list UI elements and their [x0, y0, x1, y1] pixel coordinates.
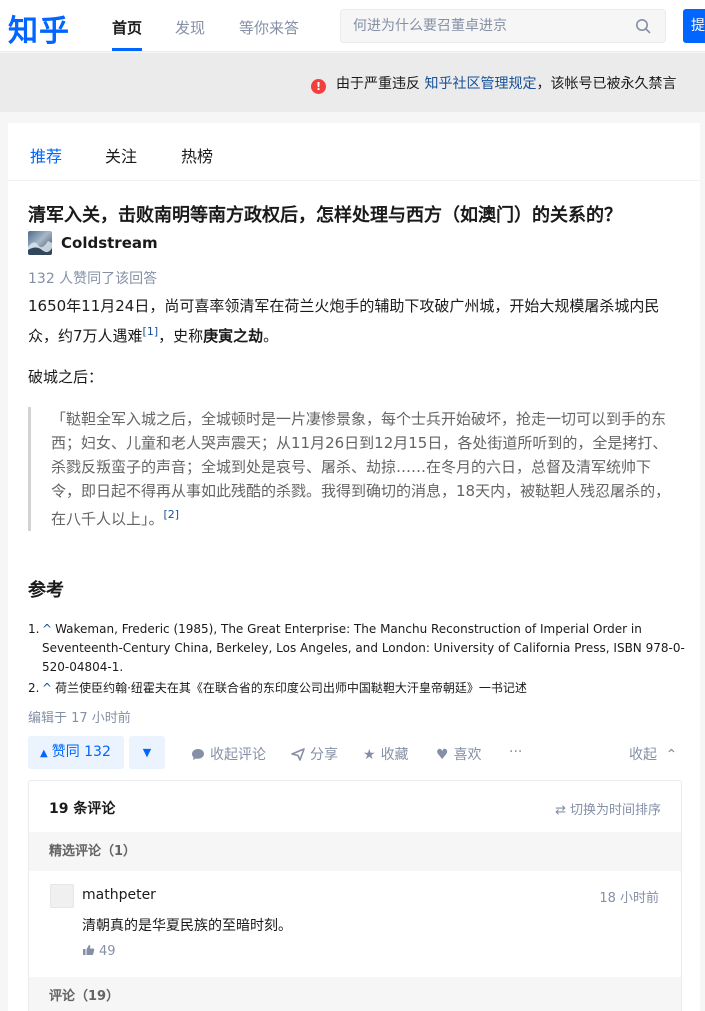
vote-up-button[interactable]: ▲ 赞同 132 — [28, 736, 124, 769]
references-list: 1. ^ Wakeman, Frederic (1985), The Great … — [28, 620, 688, 700]
answer-p1-bold: 庚寅之劫 — [203, 327, 264, 345]
like-label: 喜欢 — [453, 747, 482, 763]
answer-p1-text-b: ，史称 — [158, 327, 204, 345]
favorite-label: 收藏 — [380, 747, 409, 763]
answer-paragraph-2: 破城之后： — [28, 368, 104, 386]
comment-time: 18 小时前 — [599, 891, 659, 906]
nav-active-indicator — [112, 48, 142, 51]
references-heading: 参考 — [28, 580, 64, 601]
comment-like-button[interactable]: 49 — [82, 944, 116, 959]
thumbs-up-icon — [83, 945, 95, 955]
answer-action-bar: ▲ 赞同 132 ▼ 收起评论 分享 ★ 收藏 ♥ 喜欢 ··· 收起 ⌃ — [28, 736, 678, 769]
reference-item: 1. ^ Wakeman, Frederic (1985), The Great … — [28, 620, 688, 677]
author-name[interactable]: Coldstream — [61, 234, 158, 252]
avatar-image-icon — [28, 241, 52, 255]
reference-text: Wakeman, Frederic (1985), The Great Ente… — [42, 622, 685, 674]
comments-panel: 19 条评论 ⇄ 切换为时间排序 精选评论（1） mathpeter 18 小时前… — [28, 780, 682, 1011]
search-input[interactable] — [341, 10, 611, 42]
chevron-up-icon: ⌃ — [665, 747, 678, 763]
favorite-button[interactable]: ★ 收藏 — [363, 744, 409, 764]
question-title[interactable]: 清军入关，击败南明等南方政权后，怎样处理与西方（如澳门）的关系的？ — [28, 201, 622, 227]
author-avatar[interactable] — [28, 231, 52, 255]
collapse-comments-button[interactable]: 收起评论 — [191, 744, 266, 764]
vote-down-icon: ▼ — [142, 746, 152, 759]
community-rules-link[interactable]: 知乎社区管理规定 — [424, 76, 536, 92]
search-box[interactable] — [340, 9, 666, 43]
tab-hot[interactable]: 热榜 — [181, 143, 213, 167]
share-label: 分享 — [310, 747, 338, 763]
tab-recommend[interactable]: 推荐 — [30, 143, 62, 167]
citation-1-link[interactable]: [1] — [143, 325, 159, 338]
nav-discover[interactable]: 发现 — [175, 17, 205, 38]
reference-backlink-icon[interactable]: ^ — [42, 622, 52, 636]
answer-paragraph-1: 1650年11月24日，尚可喜率领清军在荷兰火炮手的辅助下攻破广州城，开始大规模… — [28, 293, 668, 349]
heart-icon: ♥ — [436, 747, 449, 763]
reference-number: 1. — [28, 622, 40, 636]
share-button[interactable]: 分享 — [291, 744, 338, 764]
like-button[interactable]: ♥ 喜欢 — [436, 744, 482, 764]
commenter-avatar[interactable] — [50, 884, 74, 908]
ban-notice-prefix: 由于严重违反 — [336, 76, 425, 92]
reference-item: 2. ^ 荷兰使臣约翰·纽霍夫在其《在联合省的东印度公司出师中国鞑靼大汗皇帝朝廷》… — [28, 679, 688, 698]
reference-text: 荷兰使臣约翰·纽霍夫在其《在联合省的东印度公司出师中国鞑靼大汗皇帝朝廷》一书记述 — [55, 681, 527, 695]
warning-icon: ! — [311, 79, 326, 94]
reference-number: 2. — [28, 681, 40, 695]
all-comments-header: 评论（19） — [29, 977, 681, 1011]
collapse-answer-button[interactable]: 收起 ⌃ — [629, 744, 677, 764]
answer-p1-text-a: 1650年11月24日，尚可喜率领清军在荷兰火炮手的辅助下攻破广州城，开始大规模… — [28, 297, 660, 345]
edited-time[interactable]: 编辑于 17 小时前 — [28, 707, 131, 726]
share-icon — [291, 748, 305, 761]
quote-text: 「鞑靼全军入城之后，全城顿时是一片凄惨景象，每个士兵开始破坏，抢走一切可以到手的… — [51, 410, 671, 528]
citation-2-link[interactable]: [2] — [164, 508, 180, 521]
reference-backlink-icon[interactable]: ^ — [42, 681, 52, 695]
ban-notice-banner: ! 由于严重违反 知乎社区管理规定，该帐号已被永久禁言 — [0, 53, 705, 112]
nav-home[interactable]: 首页 — [112, 17, 142, 38]
swap-icon: ⇄ — [555, 803, 566, 818]
comment-text: 清朝真的是华夏民族的至暗时刻。 — [82, 918, 292, 934]
featured-comments-header: 精选评论（1） — [29, 832, 681, 871]
search-icon[interactable] — [635, 18, 651, 34]
ban-notice-suffix: ，该帐号已被永久禁言 — [536, 76, 677, 92]
tab-following[interactable]: 关注 — [105, 143, 137, 167]
vote-up-label: 赞同 132 — [51, 744, 111, 760]
ask-question-button[interactable]: 提问 — [683, 9, 705, 43]
feed-card: 推荐 关注 热榜 清军入关，击败南明等南方政权后，怎样处理与西方（如澳门）的关系… — [8, 123, 700, 1011]
top-navbar: 知乎 首页 发现 等你来答 提问 — [0, 0, 705, 52]
ban-notice: ! 由于严重违反 知乎社区管理规定，该帐号已被永久禁言 — [311, 73, 676, 94]
star-icon: ★ — [363, 747, 376, 763]
answer-p1-text-c: 。 — [263, 327, 279, 345]
comment-count: 19 条评论 — [49, 801, 116, 817]
answer-blockquote: 「鞑靼全军入城之后，全城顿时是一片凄惨景象，每个士兵开始破坏，抢走一切可以到手的… — [28, 407, 678, 531]
nav-waiting-answers[interactable]: 等你来答 — [239, 17, 299, 38]
comment-like-count: 49 — [99, 944, 116, 959]
vote-down-button[interactable]: ▼ — [129, 736, 165, 769]
feed-tabs: 推荐 关注 热榜 — [8, 123, 700, 181]
collapse-comments-label: 收起评论 — [210, 747, 266, 763]
more-actions-button[interactable]: ··· — [509, 744, 522, 760]
sort-toggle-label: 切换为时间排序 — [569, 803, 661, 818]
collapse-label: 收起 — [629, 747, 657, 763]
vote-summary: 132 人赞同了该回答 — [28, 271, 158, 287]
zhihu-logo[interactable]: 知乎 — [8, 6, 70, 50]
vote-up-icon: ▲ — [40, 748, 48, 759]
sort-toggle-button[interactable]: ⇄ 切换为时间排序 — [555, 799, 661, 818]
comment-icon — [192, 749, 204, 760]
commenter-name[interactable]: mathpeter — [82, 887, 156, 903]
